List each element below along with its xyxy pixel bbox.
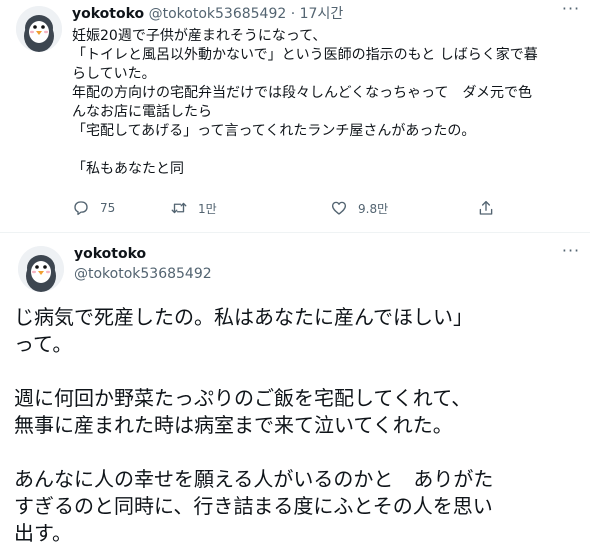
tweet-actions-bar: 75 1만 9.8만 xyxy=(72,197,502,219)
reply-icon xyxy=(74,201,88,216)
tweet-divider xyxy=(0,232,590,233)
tweet-1[interactable]: yokotoko @tokotok53685492 · 17시간 ··· 妊娠2… xyxy=(0,0,590,232)
tweet-text-line: あんなに人の幸せを願える人がいるのかと ありがた xyxy=(14,467,494,491)
penguin-avatar-icon xyxy=(16,6,62,52)
share-button[interactable] xyxy=(477,197,505,219)
like-button[interactable]: 9.8만 xyxy=(330,197,388,219)
tweet-text-line: 出す。 xyxy=(14,521,72,545)
tweet-text-line: 無事に産まれた時は病室まで来て泣いてくれた。 xyxy=(14,413,453,437)
tweet-text-line: 「私もあなたと同 xyxy=(72,161,184,177)
retweet-count: 1만 xyxy=(198,201,217,216)
avatar-penguin[interactable] xyxy=(16,6,62,52)
tweet-text-blank xyxy=(14,358,584,385)
more-icon[interactable]: ··· xyxy=(560,243,582,264)
penguin-avatar-icon xyxy=(18,246,64,292)
like-count: 9.8만 xyxy=(358,201,389,216)
author-name[interactable]: yokotoko xyxy=(74,246,146,262)
tweet-text-line: 年配の方向けの宅配弁当だけでは段々しんどくなっちゃって ダメ元で色 xyxy=(72,85,533,101)
tweet-2-text: じ病気で死産したの。私はあなたに産んでほしい」 って。 週に何回か野菜たっぷりの… xyxy=(14,304,584,547)
retweet-icon xyxy=(171,202,187,214)
retweet-button[interactable]: 1만 xyxy=(170,197,217,219)
author-name[interactable]: yokotoko xyxy=(72,6,144,22)
reply-count: 75 xyxy=(100,201,116,215)
author-handle[interactable]: @tokotok53685492 xyxy=(149,6,287,22)
tweet-text-line: 「トイレと風呂以外動かないで」という医師の指示のもと しばらく家で暮 xyxy=(72,47,538,63)
separator-dot: · xyxy=(290,6,296,22)
avatar-penguin[interactable] xyxy=(18,246,64,292)
tweet-timestamp[interactable]: 17시간 xyxy=(300,6,344,22)
author-handle[interactable]: @tokotok53685492 xyxy=(74,266,212,282)
share-icon xyxy=(479,200,493,215)
tweet-1-header: yokotoko @tokotok53685492 · 17시간 xyxy=(72,3,343,23)
reply-button[interactable]: 75 xyxy=(72,197,115,219)
tweet-text-line: らしていた。 xyxy=(72,66,156,82)
more-icon[interactable]: ··· xyxy=(560,1,582,22)
tweet-text-blank xyxy=(14,439,584,466)
tweet-text-line: 妊娠20週で子供が産まれそうになって、 xyxy=(72,28,327,44)
tweet-text-line: 週に何回か野菜たっぷりのご飯を宅配してくれて、 xyxy=(14,386,472,410)
tweet-text-line: んなお店に電話したら xyxy=(72,104,212,120)
tweet-1-text: 妊娠20週で子供が産まれそうになって、 「トイレと風呂以外動かないで」という医師… xyxy=(72,27,584,179)
tweet-text-line: 「宅配してあげる」って言ってくれたランチ屋さんがあったの。 xyxy=(72,123,476,139)
tweet-text-line: じ病気で死産したの。私はあなたに産んでほしい」 xyxy=(14,305,473,329)
like-icon xyxy=(331,201,347,215)
tweet-text-line: すぎるのと同時に、行き詰まる度にふとその人を思い xyxy=(14,494,493,518)
tweet-text-line: って。 xyxy=(14,332,73,356)
tweet-text-blank xyxy=(72,141,584,160)
